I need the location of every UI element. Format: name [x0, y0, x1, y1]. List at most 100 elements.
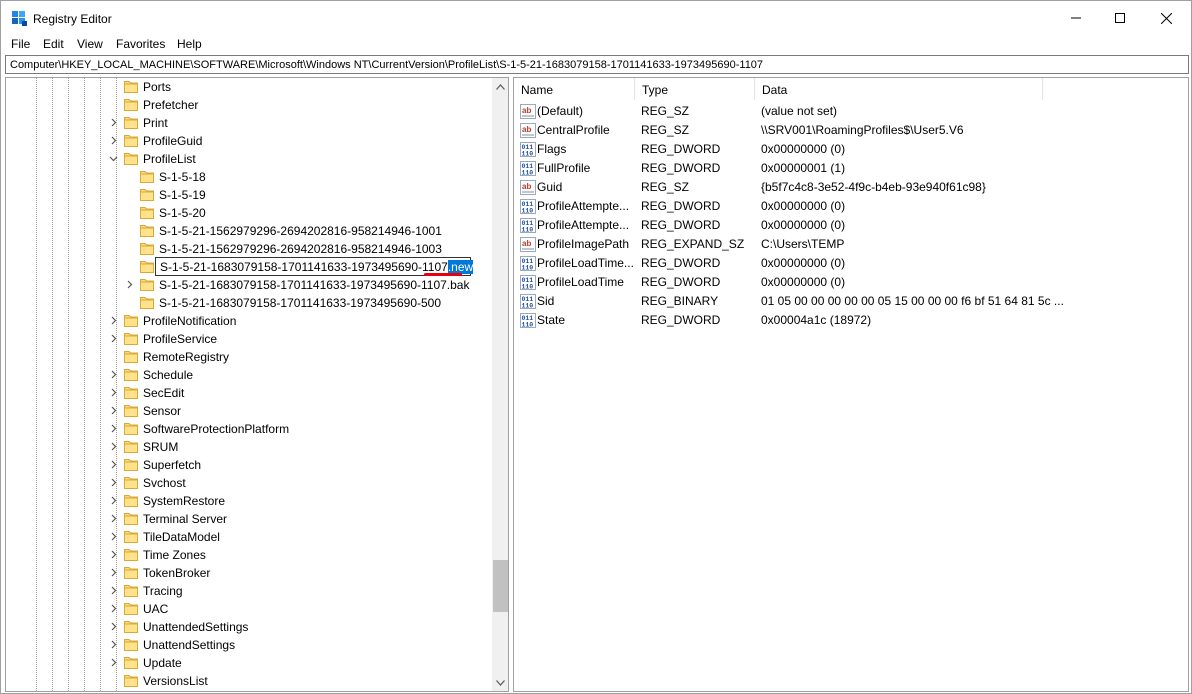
tree-item[interactable]: Svchost — [6, 474, 486, 492]
maximize-button[interactable] — [1097, 1, 1143, 35]
value-row[interactable]: 011 110 Flags REG_DWORD 0x00000000 (0) — [514, 140, 1188, 159]
column-header-type[interactable]: Type — [635, 78, 755, 100]
tree-item[interactable]: RemoteRegistry — [6, 348, 486, 366]
minimize-button[interactable] — [1053, 1, 1099, 35]
chevron-right-icon[interactable] — [109, 370, 119, 380]
chevron-right-icon[interactable] — [109, 568, 119, 578]
chevron-right-icon[interactable] — [109, 388, 119, 398]
tree-item[interactable]: Schedule — [6, 366, 486, 384]
tree-item[interactable]: UAC — [6, 600, 486, 618]
tree-item[interactable]: SecEdit — [6, 384, 486, 402]
tree-item[interactable]: Sensor — [6, 402, 486, 420]
tree-item[interactable]: S-1-5-21-1683079158-1701141633-197349569… — [6, 294, 486, 312]
folder-icon — [140, 188, 154, 201]
tree-item[interactable]: S-1-5-21-1562979296-2694202816-958214946… — [6, 222, 486, 240]
close-button[interactable] — [1143, 1, 1189, 35]
tree-item[interactable]: Tracing — [6, 582, 486, 600]
menu-favorites[interactable]: Favorites — [116, 36, 165, 52]
tree-item[interactable]: S-1-5-21-1683079158-1701141633-197349569… — [6, 276, 486, 294]
value-name: ProfileLoadTime — [537, 275, 624, 289]
value-row[interactable]: 011 110 ProfileAttempte... REG_DWORD 0x00000… — [514, 197, 1188, 216]
tree-item[interactable]: TileDataModel — [6, 528, 486, 546]
tree-item[interactable]: S-1-5-20 — [6, 204, 486, 222]
tree-item[interactable]: S-1-5-19 — [6, 186, 486, 204]
value-row[interactable]: 011 110 FullProfile REG_DWORD 0x00000001 (1) — [514, 159, 1188, 178]
tree-item[interactable]: ProfileList — [6, 150, 486, 168]
menu-help[interactable]: Help — [177, 36, 202, 52]
menu-edit[interactable]: Edit — [43, 36, 64, 52]
chevron-right-icon[interactable] — [109, 406, 119, 416]
tree-item[interactable]: ProfileService — [6, 330, 486, 348]
tree-item[interactable]: Print — [6, 114, 486, 132]
chevron-right-icon[interactable] — [109, 316, 119, 326]
scroll-down-button[interactable] — [492, 674, 508, 691]
chevron-right-icon[interactable] — [109, 496, 119, 506]
tree-item[interactable]: Time Zones — [6, 546, 486, 564]
tree-item[interactable]: S-1-5-21-1562979296-2694202816-958214946… — [6, 240, 486, 258]
chevron-right-icon[interactable] — [109, 604, 119, 614]
menu-file[interactable]: File — [11, 36, 30, 52]
chevron-right-icon[interactable] — [109, 640, 119, 650]
tree-item[interactable]: VersionsList — [6, 672, 486, 690]
tree-item[interactable]: Terminal Server — [6, 510, 486, 528]
tree-item[interactable]: SRUM — [6, 438, 486, 456]
chevron-down-icon[interactable] — [109, 154, 119, 164]
string-value-icon: ab — [520, 180, 536, 195]
tree-item[interactable]: ProfileGuid — [6, 132, 486, 150]
tree-item[interactable]: Superfetch — [6, 456, 486, 474]
value-row[interactable]: 011 110 ProfileAttempte... REG_DWORD 0x00000… — [514, 216, 1188, 235]
values-list-pane[interactable]: Name Type Data ab (Default) REG_SZ (value n… — [513, 77, 1189, 692]
chevron-right-icon[interactable] — [109, 442, 119, 452]
tree-item-label: Prefetcher — [143, 98, 199, 112]
scroll-thumb[interactable] — [493, 560, 508, 612]
chevron-right-icon[interactable] — [125, 280, 135, 290]
value-row[interactable]: 011 110 Sid REG_BINARY 01 05 00 00 00 00 00 … — [514, 292, 1188, 311]
chevron-right-icon[interactable] — [109, 622, 119, 632]
tree-item[interactable]: ProfileNotification — [6, 312, 486, 330]
value-name: ProfileAttempte... — [537, 218, 630, 232]
value-row[interactable]: ab CentralProfile REG_SZ \\SRV001\RoamingPr… — [514, 121, 1188, 140]
tree-item-label: S-1-5-21-1562979296-2694202816-958214946… — [159, 224, 442, 238]
value-name: State — [537, 313, 566, 327]
tree-item[interactable]: UnattendedSettings — [6, 618, 486, 636]
tree-item[interactable]: SystemRestore — [6, 492, 486, 510]
key-tree-pane[interactable]: Ports Prefetcher Print ProfileGuid ProfileLi… — [5, 77, 509, 692]
value-type: REG_SZ — [641, 180, 690, 194]
tree-item[interactable]: Update — [6, 654, 486, 672]
tree-vertical-scrollbar[interactable] — [492, 78, 508, 691]
tree-item[interactable]: Ports — [6, 78, 486, 96]
address-bar[interactable]: Computer\HKEY_LOCAL_MACHINE\SOFTWARE\Mic… — [5, 55, 1189, 74]
chevron-right-icon[interactable] — [109, 586, 119, 596]
scroll-up-button[interactable] — [492, 78, 508, 95]
value-row[interactable]: 011 110 ProfileLoadTime REG_DWORD 0x00000000… — [514, 273, 1188, 292]
tree-item[interactable]: UnattendSettings — [6, 636, 486, 654]
svg-text:110: 110 — [522, 265, 534, 272]
red-annotation-underline — [424, 273, 462, 276]
value-row[interactable]: ab (Default) REG_SZ (value not set) — [514, 102, 1188, 121]
chevron-right-icon[interactable] — [109, 514, 119, 524]
column-header-name[interactable]: Name — [514, 78, 635, 100]
chevron-right-icon[interactable] — [109, 658, 119, 668]
title-bar[interactable]: Registry Editor — [1, 1, 1191, 35]
tree-item[interactable]: S-1-5-18 — [6, 168, 486, 186]
tree-item-label: Terminal Server — [143, 512, 228, 526]
chevron-right-icon[interactable] — [109, 478, 119, 488]
chevron-right-icon[interactable] — [109, 460, 119, 470]
chevron-right-icon[interactable] — [109, 424, 119, 434]
chevron-right-icon[interactable] — [109, 118, 119, 128]
chevron-right-icon[interactable] — [109, 136, 119, 146]
value-name: CentralProfile — [537, 123, 610, 137]
chevron-right-icon[interactable] — [109, 550, 119, 560]
value-row[interactable]: 011 110 ProfileLoadTime... REG_DWORD 0x00000… — [514, 254, 1188, 273]
value-row[interactable]: ab Guid REG_SZ {b5f7c4c8-3e52-4f9c-b4eb-93e… — [514, 178, 1188, 197]
chevron-right-icon[interactable] — [109, 334, 119, 344]
tree-item[interactable]: TokenBroker — [6, 564, 486, 582]
tree-item[interactable]: SoftwareProtectionPlatform — [6, 420, 486, 438]
tree-item[interactable]: Prefetcher — [6, 96, 486, 114]
chevron-right-icon[interactable] — [109, 532, 119, 542]
column-header-data[interactable]: Data — [755, 78, 1043, 100]
value-row[interactable]: ab ProfileImagePath REG_EXPAND_SZ C:\Users\… — [514, 235, 1188, 254]
value-name: (Default) — [537, 104, 584, 118]
menu-view[interactable]: View — [77, 36, 103, 52]
value-row[interactable]: 011 110 State REG_DWORD 0x00004a1c (18972) — [514, 311, 1188, 330]
